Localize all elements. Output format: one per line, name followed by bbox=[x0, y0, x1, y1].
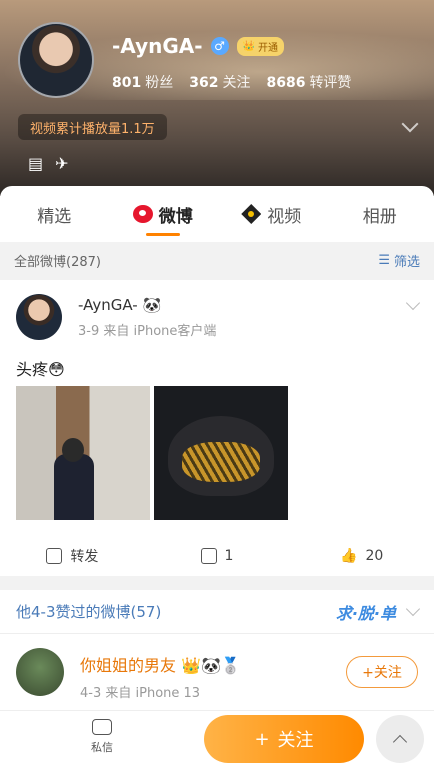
all-posts-label: 全部微博(287) bbox=[14, 254, 101, 270]
video-icon bbox=[241, 204, 262, 224]
message-label: 私信 bbox=[91, 741, 113, 754]
male-icon: ♂ bbox=[210, 37, 229, 55]
chevron-down-icon[interactable] bbox=[401, 115, 419, 133]
tab-album[interactable]: 相册 bbox=[326, 186, 434, 242]
post2-meta: 4-3 来自 iPhone 13 bbox=[80, 686, 201, 701]
cap-embroidery bbox=[182, 442, 260, 482]
liked-posts-header[interactable]: 他4-3赞过的微博(57) 求·脱·单 bbox=[0, 590, 434, 634]
post-author[interactable]: -AynGA- 🐼 bbox=[78, 296, 161, 314]
bottom-bar: 私信 + 关注 bbox=[0, 710, 434, 765]
filter-label: 筛选 bbox=[393, 254, 420, 270]
repost-label: 转评赞 bbox=[309, 75, 352, 91]
follow-button-label: 关注 bbox=[277, 730, 314, 751]
post-image-cap[interactable] bbox=[154, 386, 288, 520]
video-play-stat[interactable]: 视频累计播放量1.1万 bbox=[18, 114, 167, 140]
scroll-top-button[interactable] bbox=[376, 715, 424, 763]
chevron-up-icon bbox=[392, 734, 408, 750]
thumbs-up-icon: 👍 bbox=[340, 548, 358, 564]
filter-button[interactable]: ☰ 筛选 bbox=[378, 251, 420, 270]
tab-label: 相册 bbox=[362, 206, 397, 227]
filter-row: 全部微博(287) ☰ 筛选 bbox=[0, 242, 434, 278]
person-shape bbox=[54, 454, 94, 520]
fans-label: 粉丝 bbox=[145, 75, 174, 91]
tab-label: 微博 bbox=[158, 206, 193, 227]
deco-text: 求·脱·单 bbox=[335, 604, 396, 623]
repost-button[interactable]: 转发 bbox=[0, 538, 145, 574]
profile-name-row: -AynGA- ♂ 👑 开通 bbox=[112, 34, 284, 58]
follow-user-button[interactable]: +关注 bbox=[346, 656, 418, 688]
post2-avatar[interactable] bbox=[16, 648, 64, 696]
follow-stat[interactable]: 362 关注 bbox=[189, 72, 250, 92]
fans-stat[interactable]: 801 粉丝 bbox=[112, 72, 173, 92]
like-count: 20 bbox=[365, 548, 384, 564]
comment-count: 1 bbox=[224, 548, 234, 564]
profile-stats: 801 粉丝 362 关注 8686 转评赞 bbox=[112, 72, 351, 92]
post-meta: 3-9 来自 iPhone客户端 bbox=[78, 324, 217, 339]
liked-post-card[interactable]: 你姐姐的男友 👑🐼🥈 4-3 来自 iPhone 13 +关注 bbox=[0, 634, 434, 714]
repost-stat[interactable]: 8686 转评赞 bbox=[266, 72, 351, 92]
share-icon bbox=[46, 548, 63, 564]
repost-count: 8686 bbox=[266, 75, 306, 91]
fans-count: 801 bbox=[112, 75, 142, 91]
profile-avatar[interactable] bbox=[18, 22, 94, 98]
profile-header: -AynGA- ♂ 👑 开通 801 粉丝 362 关注 8686 转评赞 视频累计播放… bbox=[0, 0, 434, 196]
comment-button[interactable]: 1 bbox=[145, 538, 290, 574]
chevron-down-icon[interactable] bbox=[405, 601, 421, 617]
tab-weibo[interactable]: 微博 bbox=[109, 186, 218, 242]
tab-featured[interactable]: 精选 bbox=[0, 186, 109, 242]
airplane-icon[interactable]: ✈ bbox=[55, 154, 68, 173]
tab-video[interactable]: 视频 bbox=[217, 186, 326, 242]
post-card[interactable]: -AynGA- 🐼 3-9 来自 iPhone客户端 头疼😳 转发 1 👍 20 bbox=[0, 280, 434, 576]
follow-count: 362 bbox=[189, 75, 219, 91]
plus-icon: + bbox=[254, 728, 270, 750]
vip-label: 开通 bbox=[258, 42, 278, 54]
header-icons: ▤ ✈ bbox=[28, 154, 69, 173]
message-icon bbox=[92, 719, 112, 735]
tab-label: 精选 bbox=[37, 206, 72, 227]
repost-label: 转发 bbox=[70, 549, 99, 565]
profile-tabs: 精选 微博 视频 相册 bbox=[0, 186, 434, 242]
post-avatar[interactable] bbox=[16, 294, 62, 340]
follow-label: 关注 bbox=[222, 75, 251, 91]
chevron-down-icon[interactable] bbox=[405, 295, 421, 311]
profile-name: -AynGA- bbox=[112, 34, 203, 58]
document-icon[interactable]: ▤ bbox=[28, 154, 43, 173]
filter-icon: ☰ bbox=[378, 252, 390, 268]
follow-button[interactable]: + 关注 bbox=[204, 715, 364, 763]
tab-label: 视频 bbox=[267, 206, 302, 227]
post-actions: 转发 1 👍 20 bbox=[0, 538, 434, 574]
person-head bbox=[62, 438, 84, 462]
vip-badge[interactable]: 👑 开通 bbox=[236, 36, 284, 56]
like-button[interactable]: 👍 20 bbox=[289, 538, 434, 574]
post2-author[interactable]: 你姐姐的男友 👑🐼🥈 bbox=[80, 652, 241, 676]
message-button[interactable]: 私信 bbox=[80, 719, 124, 755]
weibo-icon bbox=[132, 205, 153, 223]
liked-title: 他4-3赞过的微博(57) bbox=[16, 603, 162, 621]
post-image-selfie[interactable] bbox=[16, 386, 150, 520]
comment-icon bbox=[200, 548, 217, 564]
post-text: 头疼😳 bbox=[16, 360, 65, 379]
